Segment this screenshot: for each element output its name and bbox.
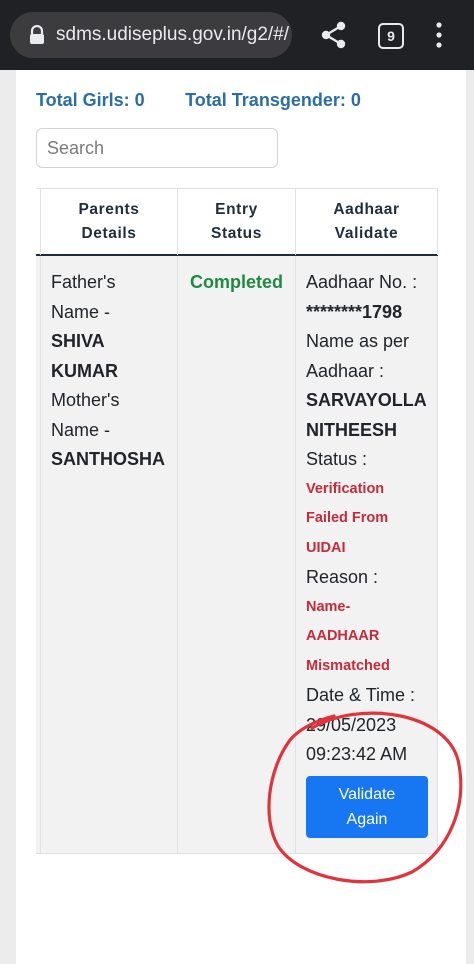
table-header: Parents Details Entry Status Aadhaar Valida… bbox=[36, 188, 438, 256]
father-name-cont: KUMAR bbox=[51, 360, 118, 381]
father-name: SHIVA bbox=[51, 331, 105, 351]
mother-name: SANTHOSHA bbox=[51, 449, 166, 469]
aadhaar-no-label: Aadhaar No. : bbox=[306, 272, 418, 292]
reason-value-cont: AADHAAR bbox=[306, 628, 380, 644]
aadhaar-name-value-cont: NITHEESH bbox=[306, 419, 398, 440]
table-row: Father's Name - SHIVA KUMAR Mother's Nam… bbox=[36, 256, 438, 854]
parents-details-cell: Father's Name - SHIVA KUMAR Mother's Nam… bbox=[40, 256, 178, 853]
lock-icon bbox=[30, 25, 44, 44]
reason-value: Name- bbox=[306, 598, 351, 615]
reason-label: Reason : bbox=[306, 567, 379, 587]
page-content: Total Girls: 0 Total Transgender: 0 Pare… bbox=[16, 70, 466, 964]
reason-value-end: Mismatched bbox=[306, 657, 390, 674]
entry-status-badge: Completed bbox=[189, 272, 283, 292]
datetime-label: Date & Time : bbox=[306, 685, 416, 705]
aadhaar-validate-cell: Aadhaar No. : ********1798 Name as per A… bbox=[296, 256, 438, 853]
column-header-aadhaar-validate: Aadhaar Validate bbox=[296, 189, 438, 255]
mother-label-cont: Name - bbox=[51, 419, 111, 440]
column-header-entry-status: Entry Status bbox=[178, 189, 296, 255]
share-icon[interactable] bbox=[320, 20, 348, 50]
validate-again-button[interactable]: Validate Again bbox=[306, 776, 428, 838]
url-text: sdms.udiseplus.gov.in/g2/#/ bbox=[56, 24, 290, 45]
entry-status-cell: Completed bbox=[178, 256, 296, 853]
column-header-parents-details: Parents Details bbox=[40, 189, 178, 255]
aadhaar-name-label-cont: Aadhaar : bbox=[306, 360, 385, 381]
tab-switcher-button[interactable]: 9 bbox=[378, 23, 404, 49]
father-label: Father's bbox=[51, 272, 116, 292]
aadhaar-name-value: SARVAYOLLA bbox=[306, 390, 427, 410]
aadhaar-no-value: ********1798 bbox=[306, 301, 403, 322]
date-value: 29/05/2023 bbox=[306, 714, 397, 735]
more-vert-icon[interactable] bbox=[434, 22, 444, 48]
total-transgender: Total Transgender: 0 bbox=[185, 90, 361, 110]
summary-counts: Total Girls: 0 Total Transgender: 0 bbox=[36, 90, 397, 111]
time-value: 09:23:42 AM bbox=[306, 744, 408, 764]
status-label: Status : bbox=[306, 449, 368, 469]
status-value: Verification bbox=[306, 480, 385, 497]
status-value-end: UIDAI bbox=[306, 539, 346, 556]
aadhaar-name-label: Name as per bbox=[306, 331, 410, 351]
mother-label: Mother's bbox=[51, 390, 120, 410]
browser-toolbar: sdms.udiseplus.gov.in/g2/#/ 9 bbox=[0, 0, 474, 70]
status-value-cont: Failed From bbox=[306, 510, 389, 526]
address-bar[interactable]: sdms.udiseplus.gov.in/g2/#/ bbox=[10, 12, 292, 58]
total-girls: Total Girls: 0 bbox=[36, 90, 145, 110]
search-input[interactable] bbox=[36, 128, 278, 168]
student-table: Parents Details Entry Status Aadhaar Valida… bbox=[36, 188, 438, 854]
father-label-cont: Name - bbox=[51, 301, 111, 322]
